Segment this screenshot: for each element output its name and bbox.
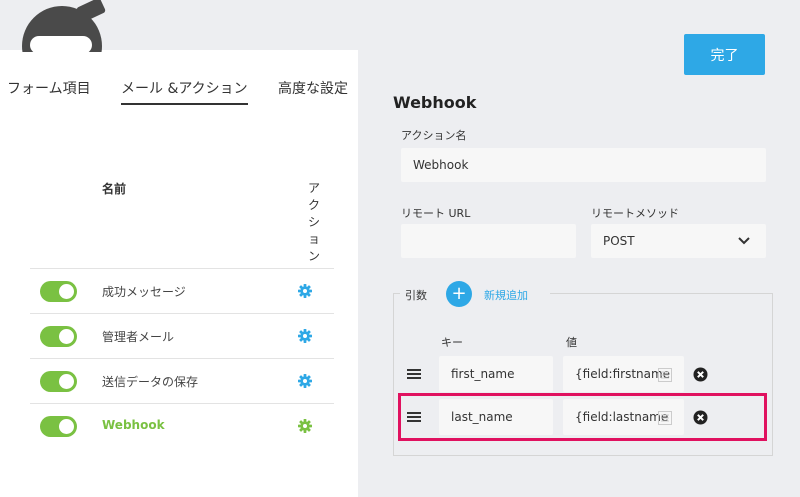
column-header-name: 名前 xyxy=(102,182,127,196)
arg-key-input[interactable]: first_name xyxy=(439,356,553,392)
action-row: Webhook xyxy=(30,403,334,448)
done-button[interactable]: 完了 xyxy=(684,34,765,75)
action-name-label: アクション名 xyxy=(401,129,467,142)
ninja-logo-icon xyxy=(18,0,110,52)
gear-icon[interactable] xyxy=(298,284,312,298)
value-column-header: 値 xyxy=(566,336,577,349)
remote-url-input[interactable] xyxy=(401,224,576,258)
remove-icon[interactable] xyxy=(693,367,708,382)
gear-icon[interactable] xyxy=(298,419,312,433)
builder-tabs: フォーム項目 メール &アクション 高度な設定 xyxy=(0,78,358,105)
chevron-down-icon xyxy=(738,237,750,245)
tab-advanced[interactable]: 高度な設定 xyxy=(278,78,348,98)
remote-url-label: リモート URL xyxy=(401,207,471,220)
list-icon[interactable] xyxy=(658,368,672,382)
gear-icon[interactable] xyxy=(298,374,312,388)
tab-emails-actions[interactable]: メール &アクション xyxy=(121,78,248,105)
plus-icon: + xyxy=(451,283,467,304)
drag-handle-icon[interactable] xyxy=(407,369,421,379)
gear-icon[interactable] xyxy=(298,329,312,343)
key-column-header: キー xyxy=(441,336,463,349)
action-toggle[interactable] xyxy=(40,326,77,347)
action-label[interactable]: 管理者メール xyxy=(102,328,174,345)
arg-value-text: {field:firstname xyxy=(575,367,671,381)
action-row: 成功メッセージ xyxy=(30,268,334,313)
add-arg-link[interactable]: 新規追加 xyxy=(484,287,528,303)
remote-method-label: リモートメソッド xyxy=(591,207,679,220)
action-label[interactable]: 送信データの保存 xyxy=(102,373,198,390)
remote-method-select[interactable]: POST xyxy=(591,224,766,258)
action-toggle[interactable] xyxy=(40,281,77,302)
action-toggle[interactable] xyxy=(40,371,77,392)
remote-method-value: POST xyxy=(603,234,635,248)
action-label[interactable]: Webhook xyxy=(102,418,165,432)
tab-form-fields[interactable]: フォーム項目 xyxy=(7,78,91,98)
action-toggle[interactable] xyxy=(40,416,77,437)
action-name-input[interactable]: Webhook xyxy=(401,148,766,182)
action-title: Webhook xyxy=(393,93,477,112)
column-header-action: アクション xyxy=(308,181,321,263)
action-label[interactable]: 成功メッセージ xyxy=(102,283,186,300)
action-row: 送信データの保存 xyxy=(30,358,334,403)
add-arg-button[interactable]: + xyxy=(446,281,472,307)
highlight-box xyxy=(398,393,767,441)
action-row: 管理者メール xyxy=(30,313,334,358)
args-label: 引数 xyxy=(405,289,427,302)
arg-value-input[interactable]: {field:firstname xyxy=(563,356,684,392)
